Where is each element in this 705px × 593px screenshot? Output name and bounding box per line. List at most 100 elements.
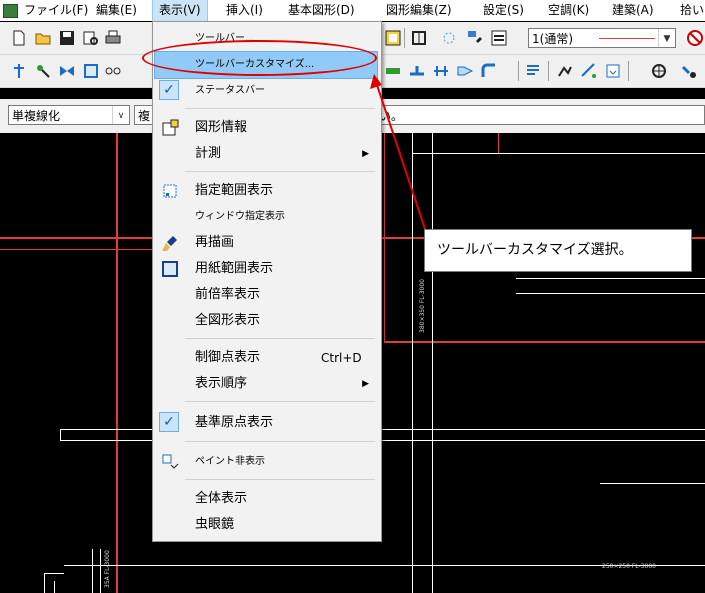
mode-combo[interactable]: 単複線化 ∨ [8, 105, 130, 125]
menu-item-label: 計測 [195, 146, 222, 161]
label-icon[interactable] [604, 62, 622, 80]
menu-shape-edit[interactable]: 図形編集(Z) [386, 0, 452, 21]
menu-item-redraw[interactable]: 再描画 [155, 230, 377, 256]
menu-item-full-view[interactable]: 全体表示 [155, 486, 377, 512]
menu-view[interactable]: 表示(V) [152, 0, 208, 22]
pipe-icon[interactable] [10, 62, 28, 80]
equipment-icon[interactable] [82, 62, 100, 80]
grid-icon[interactable] [410, 29, 428, 47]
chevron-down-icon[interactable]: ∨ [112, 106, 129, 124]
duct-reducer-icon[interactable] [456, 62, 474, 80]
fitting-icon[interactable] [34, 62, 52, 80]
dimension-icon[interactable] [580, 62, 598, 80]
menu-item-range-view[interactable]: 指定範囲表示 [155, 178, 377, 204]
menu-item-label: 指定範囲表示 [195, 183, 274, 198]
menu-item-label: 全体表示 [195, 491, 248, 506]
menu-pickup[interactable]: 拾い [680, 0, 704, 21]
red-wall-line [384, 133, 385, 341]
duct-line [516, 293, 705, 294]
menu-item-label: ステータスバー [195, 85, 265, 96]
callout-box: ツールバーカスタマイズ選択。 [424, 229, 692, 272]
menu-item-shape-info[interactable]: 図形情報 [155, 115, 377, 141]
dimension-label: 35A FL-3000 [104, 550, 111, 588]
menu-item-label: 基準原点表示 [195, 415, 274, 430]
symbol-icon[interactable] [650, 62, 668, 80]
mode-combo-2-value: 複 [138, 109, 151, 123]
menu-separator [185, 479, 375, 480]
chevron-down-icon[interactable]: ▼ [658, 29, 675, 47]
mode-combo-2[interactable]: 複 [134, 105, 154, 125]
duct-line [516, 278, 705, 279]
menu-item-statusbar[interactable]: ✓ ステータスバー [155, 78, 377, 104]
pipe-tag-icon[interactable] [680, 62, 698, 80]
menu-separator [185, 108, 375, 109]
connect-icon[interactable] [104, 62, 122, 80]
frame-icon[interactable] [384, 29, 402, 47]
print-icon[interactable] [104, 29, 122, 47]
menu-insert[interactable]: 挿入(I) [226, 0, 263, 21]
menu-item-previous-zoom[interactable]: 前倍率表示 [155, 282, 377, 308]
menu-separator [185, 441, 375, 442]
duct-line [600, 483, 705, 484]
menu-file[interactable]: ファイル(F) [24, 0, 88, 21]
layer-combo[interactable]: 1(通常) ▼ [528, 28, 676, 48]
no-entry-icon[interactable] [686, 29, 704, 47]
duct-elbow-icon[interactable] [480, 62, 498, 80]
pipe-line [92, 549, 93, 593]
menu-item-hide-paint[interactable]: ペイント非表示 [155, 449, 377, 475]
menu-item-display-order[interactable]: 表示順序 ▶ [155, 371, 377, 397]
menu-separator [185, 401, 375, 402]
menu-item-magnifier[interactable]: 虫眼鏡 [155, 512, 377, 538]
app-icon [3, 4, 18, 18]
menu-item-label: 虫眼鏡 [195, 517, 235, 532]
menu-item-paper-range[interactable]: 用紙範囲表示 [155, 256, 377, 282]
save-icon[interactable] [58, 29, 76, 47]
shortcut-label: Ctrl+D [321, 351, 362, 365]
menu-item-measure[interactable]: 計測 ▶ [155, 141, 377, 167]
shape-info-icon [162, 119, 179, 136]
layer-move-icon[interactable] [466, 29, 484, 47]
menu-separator [185, 171, 375, 172]
layer-combo-value: 1(通常) [532, 32, 573, 46]
menu-item-origin-display[interactable]: ✓ 基準原点表示 [155, 410, 377, 436]
layer-list-icon[interactable] [490, 29, 508, 47]
menu-separator [185, 338, 375, 339]
align-icon[interactable] [524, 62, 542, 80]
duct-line [432, 133, 433, 593]
duct-end [60, 429, 61, 441]
menu-basic-shape[interactable]: 基本図形(D) [288, 0, 355, 21]
menu-edit[interactable]: 編集(E) [96, 0, 137, 21]
menu-item-label: 制御点表示 [195, 350, 261, 365]
pipe-line [100, 549, 101, 593]
submenu-arrow-icon: ▶ [362, 379, 369, 389]
toolbar-separator [404, 28, 405, 48]
new-file-icon[interactable] [10, 29, 28, 47]
toolbar-separator [548, 61, 549, 81]
menu-item-label: 前倍率表示 [195, 287, 261, 302]
duct-tee-icon[interactable] [432, 62, 450, 80]
hide-paint-icon [162, 454, 179, 469]
menu-item-control-points[interactable]: 制御点表示 Ctrl+D [155, 345, 377, 371]
toolbar-separator [628, 61, 629, 81]
valve-icon[interactable] [58, 62, 76, 80]
snap-icon[interactable] [440, 29, 458, 47]
print-preview-icon[interactable] [82, 29, 100, 47]
route-icon[interactable] [556, 62, 574, 80]
menu-item-window-view[interactable]: ウィンドウ指定表示 [155, 204, 377, 230]
duct-icon[interactable] [384, 62, 402, 80]
duct-line [412, 153, 705, 154]
menu-building[interactable]: 建築(A) [612, 0, 654, 21]
menu-item-label: 再描画 [195, 235, 235, 250]
menu-settings[interactable]: 設定(S) [483, 0, 524, 21]
pipe-line [44, 573, 45, 593]
red-wall-line [498, 133, 499, 153]
open-folder-icon[interactable] [34, 29, 52, 47]
duct-branch-icon[interactable] [408, 62, 426, 80]
paper-range-icon [162, 261, 178, 277]
menu-item-label: ペイント非表示 [195, 456, 265, 467]
menu-hvac[interactable]: 空調(K) [548, 0, 589, 21]
red-grid-line [0, 249, 152, 250]
menu-bar: ファイル(F) 編集(E) 表示(V) 挿入(I) 基本図形(D) 図形編集(Z… [0, 0, 705, 22]
pipe-line [44, 573, 64, 574]
menu-item-all-shapes[interactable]: 全図形表示 [155, 308, 377, 334]
